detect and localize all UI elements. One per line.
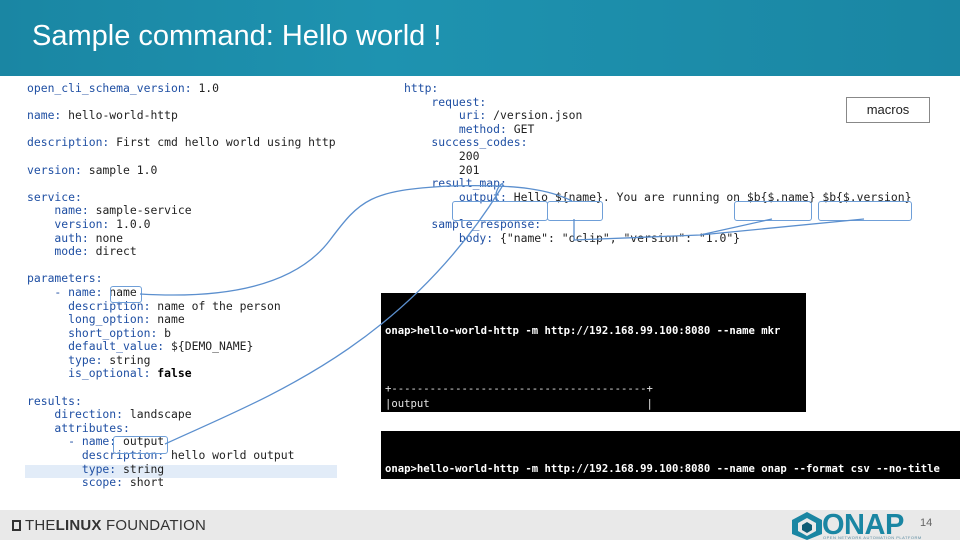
connector-bversion xyxy=(699,218,865,236)
connector-output xyxy=(164,183,504,445)
page-number: 14 xyxy=(920,517,933,529)
connector-lines xyxy=(139,183,865,445)
onap-logo-icon xyxy=(792,512,822,540)
connector-name xyxy=(139,185,573,296)
connector-bname xyxy=(573,218,773,241)
linux-foundation-logo: THELINUX FOUNDATION xyxy=(12,517,206,534)
onap-logo-subtitle: OPEN NETWORK AUTOMATION PLATFORM xyxy=(823,535,922,540)
